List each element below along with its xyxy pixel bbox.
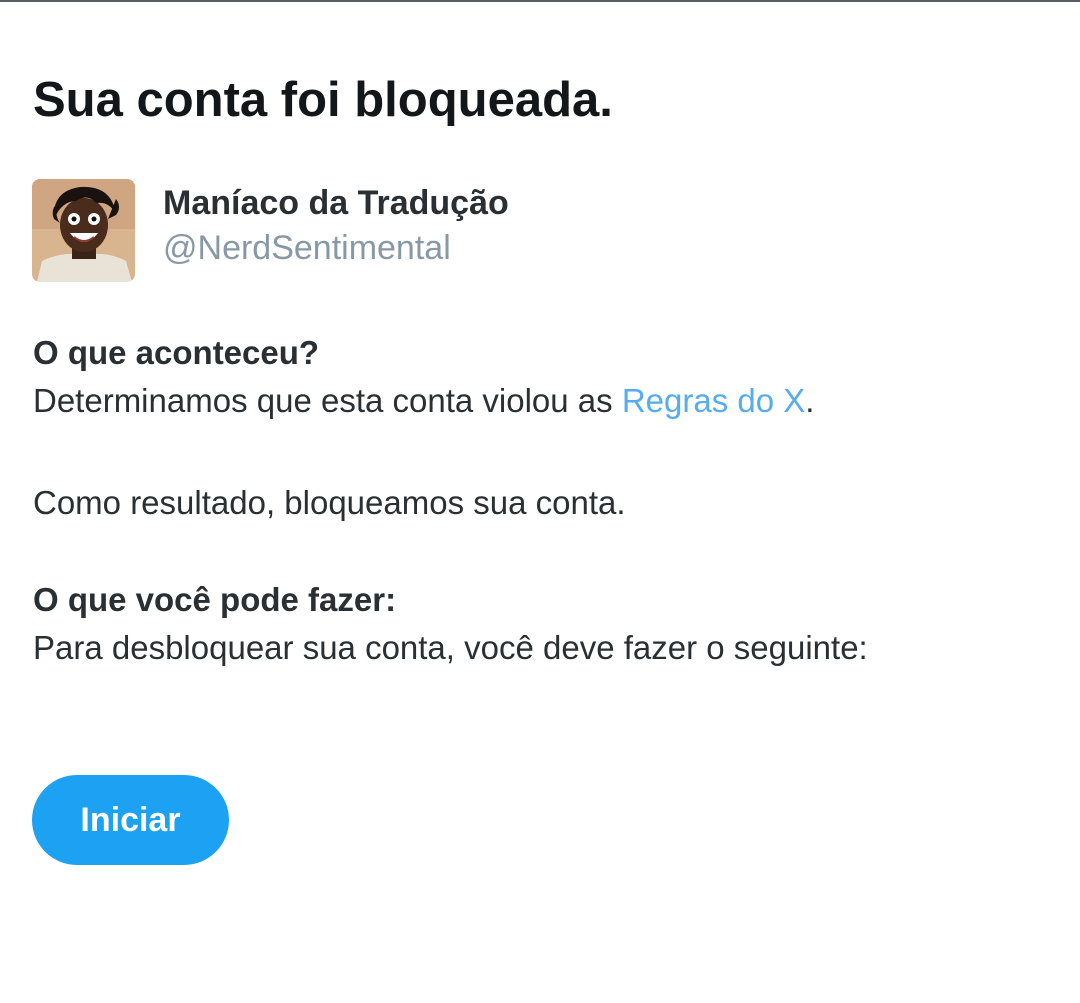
what-happened-section: O que aconteceu? Determinamos que esta c… [33,329,814,425]
what-you-can-do-heading: O que você pode fazer: [33,581,397,618]
violation-text: Determinamos que esta conta violou as Re… [33,377,814,425]
account-info: Maníaco da Tradução @NerdSentimental [163,183,509,270]
page-title: Sua conta foi bloqueada. [33,73,613,127]
account-handle: @NerdSentimental [163,229,451,267]
rules-link[interactable]: Regras do X [622,382,805,419]
result-text: Como resultado, bloqueamos sua conta. [33,484,626,521]
what-happened-heading: O que aconteceu? [33,334,320,371]
what-you-can-do-section: O que você pode fazer: Para desbloquear … [33,576,868,672]
violation-text-suffix: . [805,382,815,419]
avatar [32,179,135,282]
display-name: Maníaco da Tradução [163,184,509,222]
violation-text-prefix: Determinamos que esta conta violou as [33,382,622,419]
top-divider [0,0,1080,2]
result-section: Como resultado, bloqueamos sua conta. [33,479,626,527]
account-card: Maníaco da Tradução @NerdSentimental [32,179,509,282]
instructions-text: Para desbloquear sua conta, você deve fa… [33,629,868,666]
start-button[interactable]: Iniciar [32,775,229,865]
